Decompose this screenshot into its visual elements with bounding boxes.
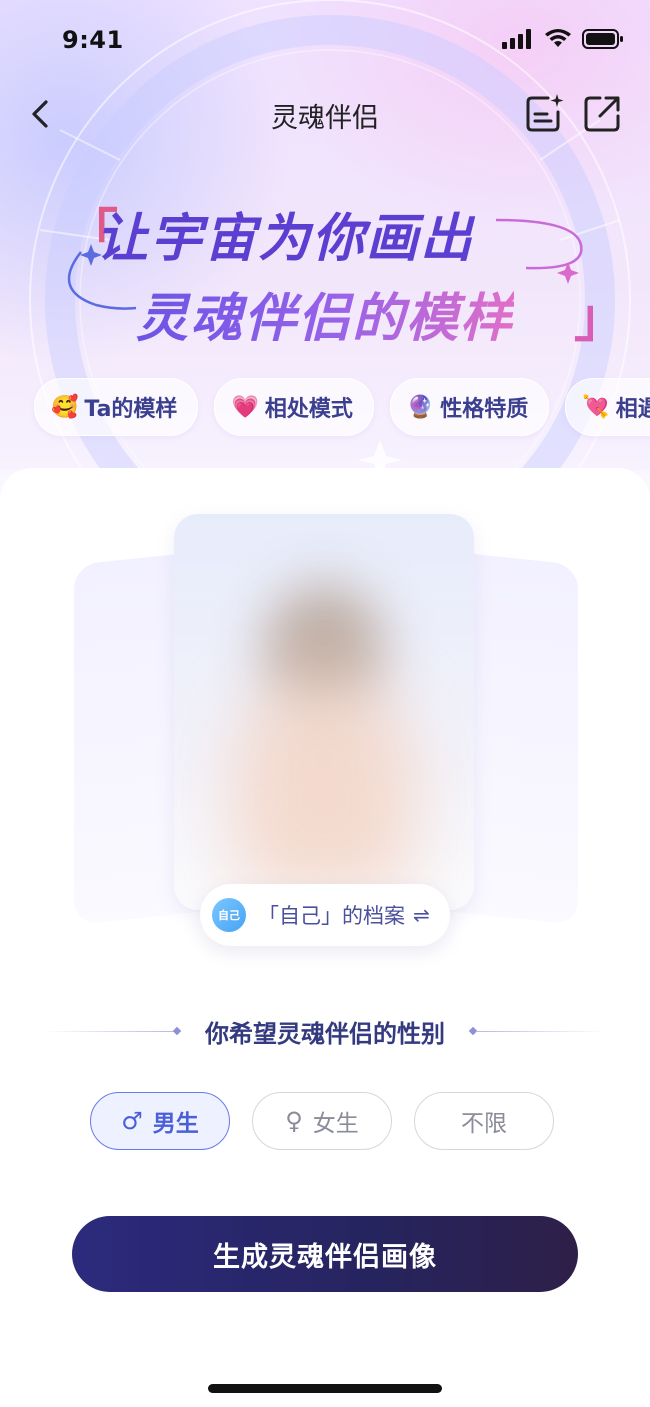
- headline-line-2: 灵魂伴侣的模样: [136, 276, 514, 351]
- profile-label: 「自己」的档案: [258, 904, 405, 928]
- section-divider-right: [476, 1031, 606, 1032]
- blurred-portrait-body: [234, 674, 414, 894]
- male-icon: ♂: [121, 1107, 143, 1135]
- home-indicator[interactable]: [208, 1384, 442, 1393]
- growing-heart-icon: 💗: [231, 394, 259, 420]
- chip-appearance[interactable]: 🥰 Ta的模样: [34, 378, 199, 436]
- gender-female-button[interactable]: ♀ 女生: [252, 1092, 392, 1150]
- headline-line-1: 让宇宙为你画出: [96, 209, 475, 269]
- status-icons: [502, 28, 624, 50]
- generate-portrait-button[interactable]: 生成灵魂伴侣画像: [72, 1216, 578, 1292]
- ai-notes-icon[interactable]: [522, 92, 566, 136]
- hero-headline: 「 让宇宙为你画出 灵魂伴侣的模样 」: [66, 190, 626, 351]
- topic-chips: 🥰 Ta的模样 💗 相处模式 🔮 性格特质 💘 相遇: [34, 378, 650, 436]
- battery-icon: [582, 29, 623, 49]
- chip-label: 相遇: [615, 397, 650, 422]
- female-icon: ♀: [285, 1107, 303, 1135]
- gender-options: ♂ 男生 ♀ 女生 不限: [90, 1092, 554, 1150]
- navigation-bar: 灵魂伴侣: [0, 84, 650, 148]
- wifi-icon: [545, 29, 571, 47]
- chip-interaction-mode[interactable]: 💗 相处模式: [214, 378, 374, 436]
- app-screen: 9:41 灵魂伴侣 「 让宇宙为你画出 灵魂伴侣的模样 」 🥰 Ta的模样 💗 …: [0, 0, 650, 1407]
- gender-label: 男生: [152, 1111, 199, 1137]
- crystal-ball-icon: 🔮: [406, 394, 435, 420]
- status-bar: 9:41: [0, 0, 650, 84]
- gender-any-button[interactable]: 不限: [414, 1092, 554, 1150]
- gender-label: 女生: [312, 1111, 359, 1137]
- gender-label: 不限: [461, 1111, 507, 1137]
- profile-switch-button[interactable]: 自己 「自己」的档案 ⇌: [200, 884, 450, 946]
- chip-label: 相处模式: [264, 397, 353, 422]
- gender-male-button[interactable]: ♂ 男生: [90, 1092, 230, 1150]
- portrait-card[interactable]: [174, 514, 474, 910]
- headline-close-bracket: 」: [574, 289, 627, 349]
- self-avatar: 自己: [212, 898, 246, 932]
- status-time: 9:41: [62, 26, 124, 54]
- chip-personality[interactable]: 🔮 性格特质: [389, 378, 550, 436]
- chip-encounter[interactable]: 💘 相遇: [565, 378, 650, 436]
- swap-icon: ⇌: [413, 903, 430, 927]
- heart-arrow-icon: 💘: [582, 394, 610, 420]
- share-icon[interactable]: [580, 92, 624, 136]
- smiling-hearts-icon: 🥰: [51, 394, 79, 420]
- chip-label: 性格特质: [440, 397, 529, 422]
- chip-label: Ta的模样: [84, 397, 178, 422]
- cellular-signal-icon: [502, 29, 531, 49]
